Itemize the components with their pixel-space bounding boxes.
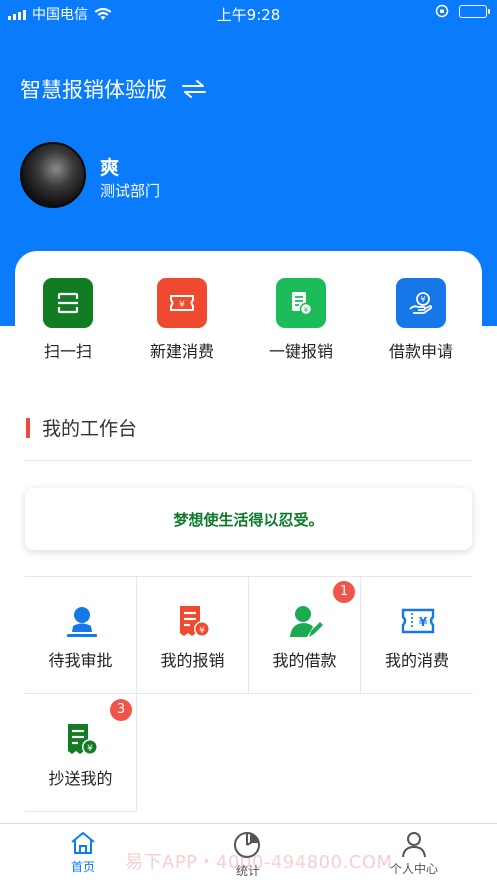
svg-text:¥: ¥: [304, 306, 309, 314]
workbench-item-label: 待我审批: [48, 651, 113, 670]
workbench-item-label: 我的借款: [272, 651, 337, 670]
motto-text: 梦想使生活得以忍受。: [173, 510, 324, 529]
svg-text:¥: ¥: [420, 295, 425, 304]
quick-action-one-click-reimburse[interactable]: ¥ 一键报销: [251, 278, 351, 362]
section-divider: [25, 460, 472, 461]
person-icon: [402, 832, 426, 858]
user-edit-icon: [290, 606, 323, 637]
status-time: 上午9:28: [216, 6, 281, 24]
notification-badge: 1: [333, 581, 355, 603]
quick-action-scan[interactable]: 扫一扫: [18, 278, 118, 362]
approver-icon: [67, 607, 97, 637]
ticket-icon: ¥: [157, 278, 207, 328]
workbench-item-label: 我的消费: [384, 651, 449, 670]
home-icon: [71, 832, 95, 854]
workbench-item-my-expenses[interactable]: ¥ 我的消费: [361, 576, 473, 694]
scan-icon: [43, 278, 93, 328]
workbench-title: 我的工作台: [26, 414, 137, 441]
svg-text:¥: ¥: [419, 615, 428, 629]
hand-money-icon: ¥: [396, 278, 446, 328]
svg-text:¥: ¥: [87, 744, 93, 754]
app-title: 智慧报销体验版: [20, 78, 167, 102]
quick-action-label: 扫一扫: [43, 342, 92, 361]
battery-icon: [459, 4, 490, 18]
user-name: 爽: [100, 157, 120, 179]
motto-card: 梦想使生活得以忍受。: [25, 488, 472, 550]
reimburse-icon: ¥: [180, 606, 210, 637]
quick-action-label: 新建消费: [149, 342, 214, 361]
quick-actions-card: 扫一扫 ¥ 新建消费 ¥ 一键报销 ¥ 借款申请: [15, 251, 482, 371]
quick-action-loan-apply[interactable]: ¥ 借款申请: [371, 278, 471, 362]
quick-action-new-expense[interactable]: ¥ 新建消费: [132, 278, 232, 362]
section-accent-bar: [26, 417, 30, 438]
svg-text:¥: ¥: [199, 626, 205, 636]
ticket-yen-icon: ¥: [401, 608, 435, 634]
status-right: [435, 4, 490, 18]
svg-text:¥: ¥: [179, 300, 185, 310]
workbench-item-my-reimbursements[interactable]: ¥ 我的报销: [137, 576, 249, 694]
orientation-lock-icon: [435, 4, 449, 18]
cc-doc-icon: ¥: [68, 724, 98, 755]
status-bar: 中国电信 上午9:28: [0, 0, 497, 26]
workbench-item-cc-to-me[interactable]: ¥ 抄送我的 3: [25, 694, 137, 812]
workbench-item-pending-approval[interactable]: 待我审批: [25, 576, 137, 694]
quick-action-label: 一键报销: [268, 342, 333, 361]
notification-badge: 3: [110, 699, 132, 721]
quick-action-label: 借款申请: [388, 342, 453, 361]
avatar[interactable]: [20, 142, 86, 208]
user-department: 测试部门: [100, 182, 161, 200]
workbench-item-my-loans[interactable]: 我的借款 1: [249, 576, 361, 694]
receipt-check-icon: ¥: [276, 278, 326, 328]
workbench-item-label: 我的报销: [160, 651, 225, 670]
app-title-row[interactable]: 智慧报销体验版: [20, 74, 207, 104]
workbench-title-text: 我的工作台: [42, 418, 138, 440]
tab-bar: 首页 统计 个人中心 易下APP・4000-494800.COM: [0, 823, 497, 883]
switch-arrows-icon[interactable]: [181, 80, 207, 98]
workbench-item-label: 抄送我的: [48, 769, 113, 788]
watermark-text: 易下APP・4000-494800.COM: [125, 852, 393, 873]
